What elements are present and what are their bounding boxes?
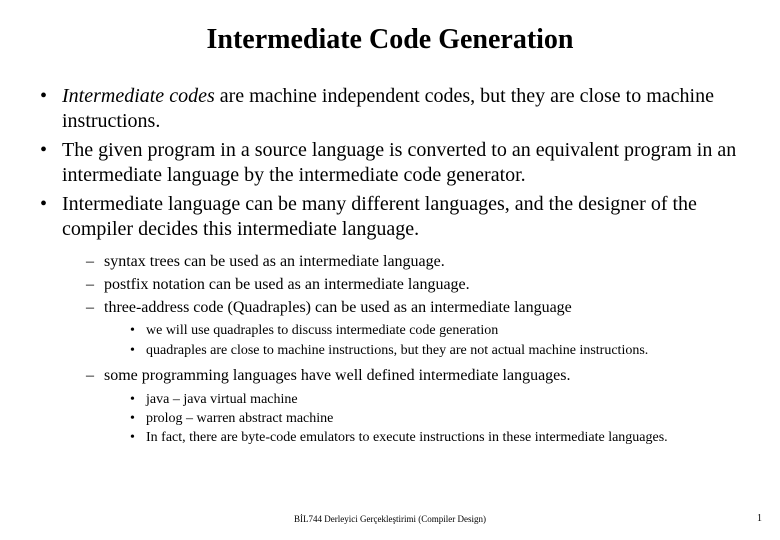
- sub-sub-bullet-item: In fact, there are byte-code emulators t…: [130, 429, 768, 447]
- page-title: Intermediate Code Generation: [12, 24, 768, 56]
- bullet-item: The given program in a source language i…: [40, 138, 768, 188]
- sub-bullet-item: syntax trees can be used as an intermedi…: [86, 252, 768, 273]
- page-number: 1: [757, 513, 762, 524]
- sub-sub-bullet-list: java – java virtual machine prolog – war…: [104, 391, 768, 448]
- sub-bullet-item: three-address code (Quadraples) can be u…: [86, 298, 768, 360]
- sub-sub-bullet-item: we will use quadraples to discuss interm…: [130, 322, 768, 340]
- bullet-item: Intermediate codes are machine independe…: [40, 84, 768, 134]
- sub-bullet-list: syntax trees can be used as an intermedi…: [62, 252, 768, 447]
- sub-bullet-item: some programming languages have well def…: [86, 366, 768, 447]
- sub-bullet-text: three-address code (Quadraples) can be u…: [104, 299, 572, 316]
- sub-sub-bullet-list: we will use quadraples to discuss interm…: [104, 322, 768, 359]
- sub-sub-bullet-item: prolog – warren abstract machine: [130, 410, 768, 428]
- emphasis-text: Intermediate codes: [62, 85, 215, 107]
- footer-text: BİL744 Derleyici Gerçekleştirimi (Compil…: [0, 514, 780, 524]
- sub-bullet-item: postfix notation can be used as an inter…: [86, 275, 768, 296]
- bullet-item: Intermediate language can be many differ…: [40, 192, 768, 447]
- sub-sub-bullet-item: java – java virtual machine: [130, 391, 768, 409]
- bullet-text: The given program in a source language i…: [62, 139, 736, 186]
- sub-bullet-text: some programming languages have well def…: [104, 367, 571, 384]
- main-bullet-list: Intermediate codes are machine independe…: [12, 84, 768, 447]
- bullet-text: Intermediate language can be many differ…: [62, 193, 697, 240]
- sub-sub-bullet-item: quadraples are close to machine instruct…: [130, 342, 768, 360]
